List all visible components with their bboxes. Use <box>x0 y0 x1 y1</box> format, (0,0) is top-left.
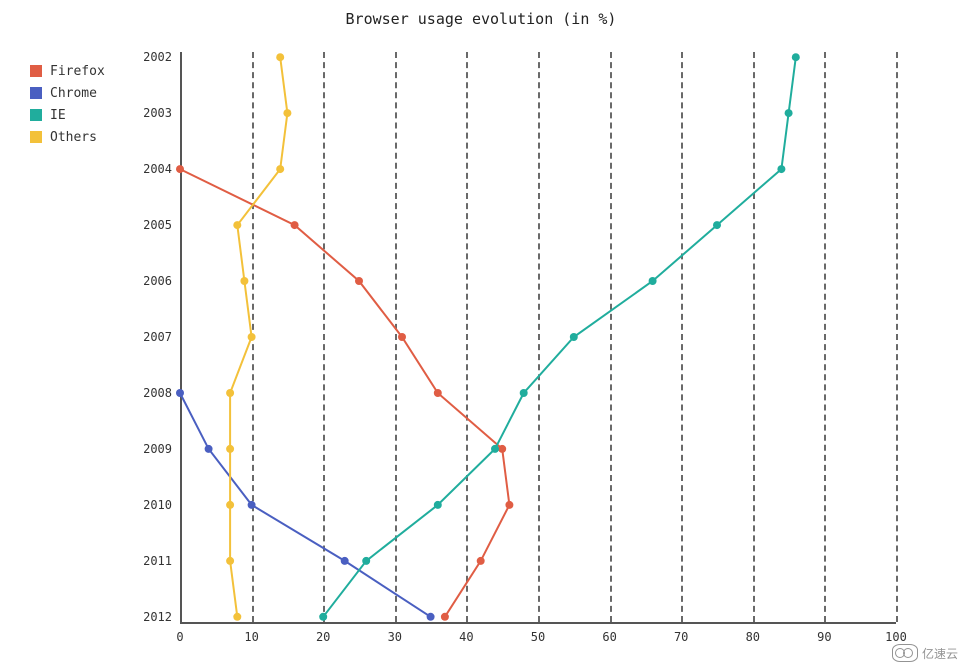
legend-swatch-chrome <box>30 87 42 99</box>
y-axis <box>180 52 182 622</box>
y-tick-label: 2002 <box>132 50 172 64</box>
y-tick-label: 2008 <box>132 386 172 400</box>
series-point <box>477 557 485 565</box>
series-point <box>434 501 442 509</box>
legend-item-ie: IE <box>30 104 105 126</box>
x-tick-label: 40 <box>459 630 473 644</box>
watermark-icon <box>892 644 918 662</box>
series-point <box>785 109 793 117</box>
legend-swatch-firefox <box>30 65 42 77</box>
series-point <box>520 389 528 397</box>
legend-item-firefox: Firefox <box>30 60 105 82</box>
series-point <box>427 613 435 621</box>
watermark: 亿速云 <box>892 644 958 662</box>
y-tick-label: 2011 <box>132 554 172 568</box>
legend-swatch-ie <box>30 109 42 121</box>
y-tick-label: 2004 <box>132 162 172 176</box>
x-tick-label: 0 <box>176 630 183 644</box>
legend-item-others: Others <box>30 126 105 148</box>
legend-label: IE <box>50 108 66 123</box>
series-point <box>283 109 291 117</box>
chart-container: Browser usage evolution (in %) 0 10 20 30 40… <box>0 0 962 666</box>
y-tick-label: 2010 <box>132 498 172 512</box>
series-point <box>491 445 499 453</box>
legend-label: Others <box>50 130 97 145</box>
gridline <box>395 52 397 622</box>
series-point <box>792 53 800 61</box>
series-point <box>498 445 506 453</box>
gridline <box>896 52 898 622</box>
series-point <box>777 165 785 173</box>
legend-item-chrome: Chrome <box>30 82 105 104</box>
gridline <box>252 52 254 622</box>
x-tick-label: 100 <box>885 630 907 644</box>
series-point <box>226 501 234 509</box>
x-tick-label: 70 <box>674 630 688 644</box>
x-tick-label: 80 <box>746 630 760 644</box>
chart-title: Browser usage evolution (in %) <box>0 10 962 28</box>
legend-swatch-others <box>30 131 42 143</box>
series-point <box>505 501 513 509</box>
gridline <box>681 52 683 622</box>
x-tick-label: 10 <box>244 630 258 644</box>
x-tick-label: 90 <box>817 630 831 644</box>
y-tick-label: 2007 <box>132 330 172 344</box>
gridline <box>753 52 755 622</box>
x-tick-label: 60 <box>602 630 616 644</box>
series-point <box>240 277 248 285</box>
x-tick-label: 50 <box>531 630 545 644</box>
series-point <box>276 53 284 61</box>
gridline <box>323 52 325 622</box>
legend-label: Chrome <box>50 86 97 101</box>
gridline <box>610 52 612 622</box>
x-tick-label: 20 <box>316 630 330 644</box>
series-point <box>233 613 241 621</box>
x-axis <box>180 622 896 624</box>
series-point <box>441 613 449 621</box>
x-tick-label: 30 <box>388 630 402 644</box>
legend: Firefox Chrome IE Others <box>30 60 105 148</box>
series-line <box>180 169 509 617</box>
series-point <box>713 221 721 229</box>
legend-label: Firefox <box>50 64 105 79</box>
series-point <box>355 277 363 285</box>
series-point <box>341 557 349 565</box>
y-tick-label: 2006 <box>132 274 172 288</box>
series-point <box>226 557 234 565</box>
y-tick-label: 2009 <box>132 442 172 456</box>
series-line <box>180 393 431 617</box>
y-tick-label: 2003 <box>132 106 172 120</box>
series-point <box>649 277 657 285</box>
y-tick-label: 2012 <box>132 610 172 624</box>
series-point <box>205 445 213 453</box>
series-point <box>226 389 234 397</box>
series-point <box>398 333 406 341</box>
series-point <box>362 557 370 565</box>
gridline <box>824 52 826 622</box>
series-point <box>233 221 241 229</box>
series-point <box>226 445 234 453</box>
gridline <box>538 52 540 622</box>
gridline <box>466 52 468 622</box>
series-point <box>570 333 578 341</box>
series-line <box>230 57 287 617</box>
y-tick-label: 2005 <box>132 218 172 232</box>
watermark-text: 亿速云 <box>922 645 958 662</box>
series-point <box>434 389 442 397</box>
series-point <box>291 221 299 229</box>
series-point <box>276 165 284 173</box>
